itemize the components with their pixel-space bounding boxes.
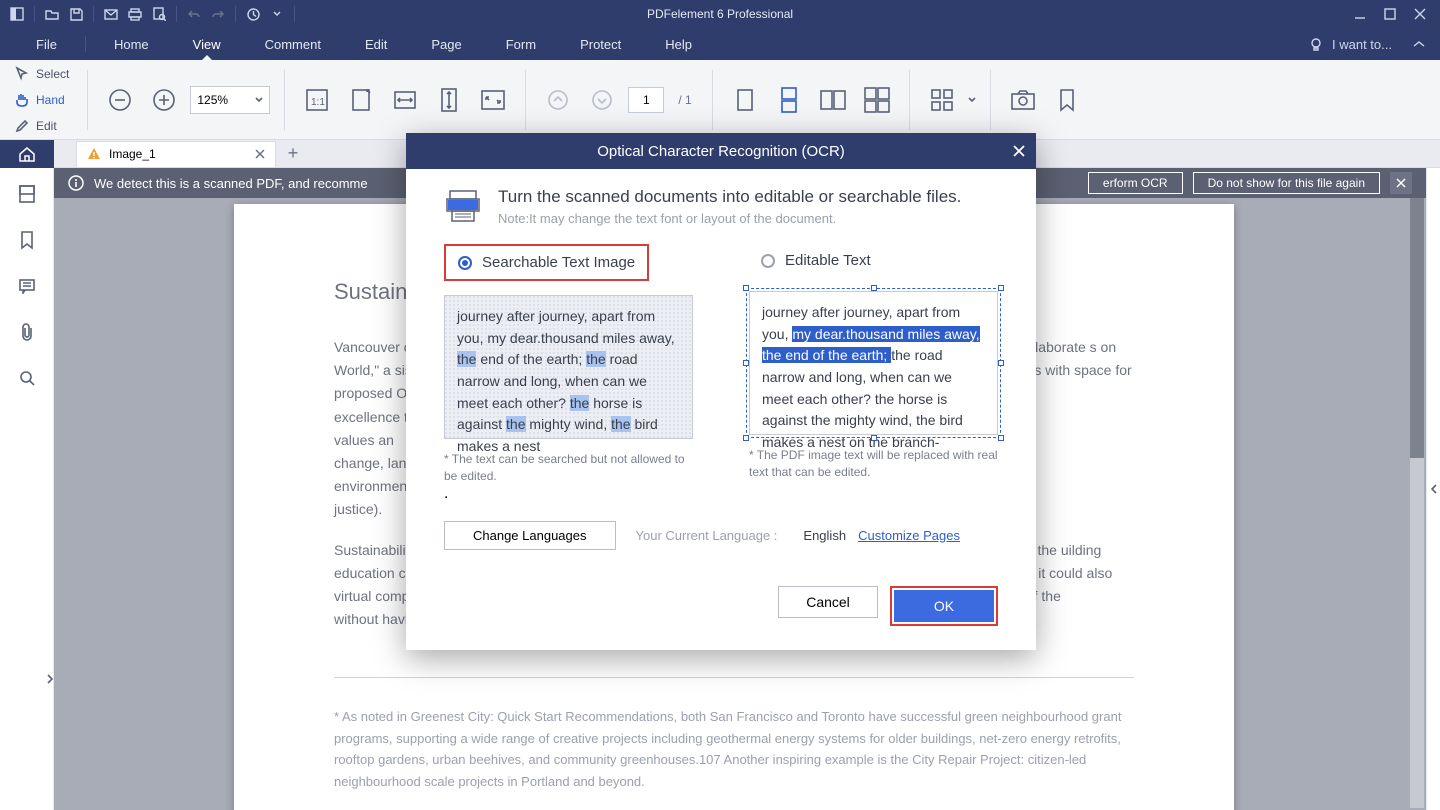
menu-form[interactable]: Form [484,28,558,60]
cancel-button[interactable]: Cancel [778,586,878,618]
page-down-icon[interactable] [584,82,620,118]
save-icon[interactable] [65,3,87,25]
expand-right-icon[interactable] [1426,168,1440,810]
scrollbar-thumb[interactable] [1410,198,1424,458]
chevron-down-icon [255,97,263,103]
caption-searchable: * The text can be searched but not allow… [444,451,693,485]
close-window-icon[interactable] [1410,4,1430,24]
tool-select[interactable]: Select [10,62,73,86]
quick-access-toolbar [0,3,299,25]
radio-searchable[interactable]: Searchable Text Image [446,246,647,279]
single-page-icon[interactable] [727,82,763,118]
document-tab[interactable]: Image_1 [76,141,276,167]
snapshot-icon[interactable] [1005,82,1041,118]
change-languages-button[interactable]: Change Languages [444,521,616,550]
actual-size-icon[interactable]: 1:1 [299,82,335,118]
title-bar: PDFelement 6 Professional [0,0,1440,28]
chevron-down-icon[interactable] [968,97,976,103]
fullscreen-icon[interactable] [475,82,511,118]
tool-edit[interactable]: Edit [10,114,73,138]
app-logo-icon[interactable] [6,3,28,25]
print-icon[interactable] [124,3,146,25]
dialog-title-bar: Optical Character Recognition (OCR) [406,133,1036,169]
scanner-icon [444,187,482,225]
expand-sidebar-icon[interactable] [46,672,54,690]
facing-icon[interactable] [815,82,851,118]
new-tab-button[interactable]: + [280,141,306,167]
preview-searchable: journey after journey, apart from you, m… [444,295,693,439]
menu-edit[interactable]: Edit [343,28,409,60]
current-language-label: Your Current Language : [636,528,778,543]
hand-icon [14,92,30,108]
info-icon [68,175,84,191]
app-title: PDFelement 6 Professional [647,7,793,21]
continuous-icon[interactable] [771,82,807,118]
fit-width-icon[interactable] [387,82,423,118]
menu-comment[interactable]: Comment [243,28,343,60]
open-icon[interactable] [41,3,63,25]
bookmarks-panel-icon[interactable] [15,228,39,252]
collapse-ribbon-icon[interactable] [1412,37,1426,52]
pencil-icon [14,118,30,134]
search-doc-icon[interactable] [148,3,170,25]
page-number-input[interactable]: 1 [628,87,664,113]
menu-protect[interactable]: Protect [558,28,643,60]
close-dialog-icon[interactable] [1012,144,1026,158]
zoom-select[interactable]: 125% [190,86,270,114]
bulb-icon [1308,36,1324,52]
search-panel-icon[interactable] [15,366,39,390]
mail-icon[interactable] [100,3,122,25]
dialog-heading: Turn the scanned documents into editable… [498,187,961,207]
qat-dropdown-icon[interactable] [266,3,288,25]
preview-editable: journey after journey, apart from you, m… [749,291,998,435]
tool-hand[interactable]: Hand [10,88,73,112]
tab-label: Image_1 [109,147,156,161]
menu-help[interactable]: Help [643,28,714,60]
history-icon[interactable] [242,3,264,25]
thumbnails-panel-icon[interactable] [15,182,39,206]
cursor-icon [14,66,30,82]
zoom-out-button[interactable] [102,82,138,118]
facing-continuous-icon[interactable] [859,82,895,118]
undo-icon[interactable] [183,3,205,25]
i-want-to[interactable]: I want to... [1308,36,1392,52]
home-tab-icon[interactable] [0,140,54,168]
close-tab-icon[interactable] [255,149,265,159]
dont-show-button[interactable]: Do not show for this file again [1193,172,1380,194]
ocr-dialog: Optical Character Recognition (OCR) Turn… [406,133,1036,650]
warning-icon [87,147,101,161]
maximize-icon[interactable] [1380,4,1400,24]
perform-ocr-button[interactable]: erform OCR [1088,172,1183,194]
menu-view[interactable]: View [171,28,243,60]
ok-button[interactable]: OK [894,590,994,622]
vertical-scrollbar[interactable] [1410,198,1424,808]
svg-text:1:1: 1:1 [311,97,325,108]
ribbon: Select Hand Edit 125% 1:1 1 / 1 [0,60,1440,140]
radio-on-icon [458,256,472,270]
fit-height-icon[interactable] [431,82,467,118]
redo-icon[interactable] [207,3,229,25]
bookmark-icon[interactable] [1049,82,1085,118]
menu-home[interactable]: Home [92,28,171,60]
fit-page-icon[interactable] [343,82,379,118]
radio-off-icon [761,254,775,268]
page-up-icon[interactable] [540,82,576,118]
dialog-subheading: Note:It may change the text font or layo… [498,211,961,226]
radio-editable[interactable]: Editable Text [749,244,998,277]
thumbnails-icon[interactable] [924,82,960,118]
current-language-value: English [803,528,846,543]
menu-page[interactable]: Page [409,28,483,60]
minimize-icon[interactable] [1350,4,1370,24]
menu-bar: File Home View Comment Edit Page Form Pr… [0,28,1440,60]
customize-pages-link[interactable]: Customize Pages [858,528,960,543]
menu-file[interactable]: File [14,28,79,60]
zoom-in-button[interactable] [146,82,182,118]
comments-panel-icon[interactable] [15,274,39,298]
left-sidebar [0,168,54,810]
close-notice-icon[interactable] [1390,172,1412,194]
attachments-panel-icon[interactable] [15,320,39,344]
